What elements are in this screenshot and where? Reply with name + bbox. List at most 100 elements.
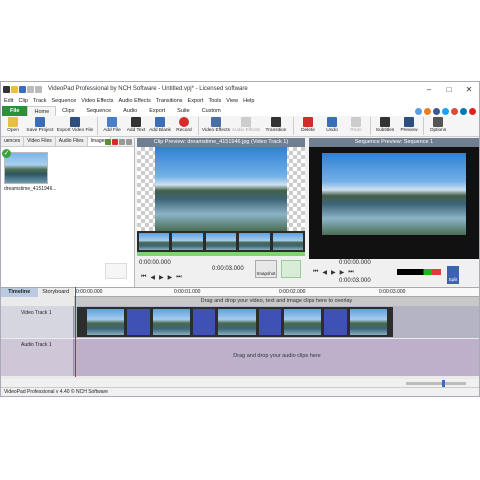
- media-bin: uences Video Files Audio Files Images ✓ …: [1, 137, 135, 287]
- tab-clips[interactable]: Clips: [56, 106, 80, 116]
- menu-tools[interactable]: Tools: [208, 98, 221, 104]
- subtitles-icon: [380, 117, 390, 127]
- tab-audio-files[interactable]: Audio Files: [56, 137, 88, 146]
- open-button[interactable]: Open: [1, 116, 25, 133]
- skip-end-icon[interactable]: ⏭: [176, 274, 181, 281]
- seq-step-back-icon[interactable]: ◀: [322, 269, 327, 276]
- remove-media-icon[interactable]: [112, 139, 118, 145]
- clip-time-end: 0:00:03.000: [212, 266, 244, 272]
- menu-edit[interactable]: Edit: [4, 98, 13, 104]
- redo-icon[interactable]: [35, 85, 42, 93]
- delete-icon: [303, 117, 313, 127]
- split-button[interactable]: Split: [447, 266, 459, 284]
- transition-button[interactable]: Transition: [261, 116, 291, 133]
- tab-export[interactable]: Export: [143, 106, 171, 116]
- zoom-slider-thumb[interactable]: [442, 380, 445, 387]
- google-plus-icon[interactable]: [451, 107, 458, 115]
- video-clip[interactable]: [77, 307, 393, 337]
- youtube-icon[interactable]: [469, 107, 476, 115]
- ribbon-toolbar: Open Save Project Export Video File Add …: [1, 116, 479, 137]
- window-title: VideoPad Professional by NCH Software - …: [48, 86, 248, 92]
- redo-button[interactable]: Redo: [344, 116, 368, 133]
- app-logo-icon: [3, 85, 10, 93]
- playhead[interactable]: [75, 287, 76, 377]
- tab-sequence[interactable]: Sequence: [80, 106, 117, 116]
- menu-track[interactable]: Track: [33, 98, 47, 104]
- clip-range-bar[interactable]: [137, 252, 305, 256]
- undock-icon[interactable]: [126, 139, 132, 145]
- skip-start-icon[interactable]: ⏮: [141, 274, 146, 281]
- timeline-ruler[interactable]: 0:00:00.000 0:00:01.000 0:00:02.000 0:00…: [74, 288, 479, 297]
- tab-video-files[interactable]: Video Files: [24, 137, 56, 146]
- subtitles-button[interactable]: Subtitles: [373, 116, 397, 133]
- close-button[interactable]: ✕: [459, 85, 479, 94]
- audio-drop-zone[interactable]: Drag and drop your audio clips here: [75, 339, 479, 376]
- video-track-label: Video Track 1: [21, 310, 52, 316]
- add-file-icon: [107, 117, 117, 127]
- add-text-button[interactable]: Add Text: [124, 116, 148, 133]
- sequence-time-end: 0:00:03.000: [339, 278, 371, 284]
- linkedin-icon[interactable]: [460, 107, 467, 115]
- audio-effects-button[interactable]: Audio Effects: [231, 116, 261, 133]
- undo-arrow-icon: [327, 117, 337, 127]
- sequence-preview-title: Sequence Preview: Sequence 1: [309, 138, 479, 147]
- volume-meter: [397, 269, 441, 275]
- folder-icon[interactable]: [11, 85, 18, 93]
- play-icon[interactable]: ▶: [159, 274, 164, 281]
- tab-suite[interactable]: Suite: [171, 106, 196, 116]
- maximize-button[interactable]: □: [439, 85, 459, 94]
- menu-clip[interactable]: Clip: [18, 98, 27, 104]
- tab-custom[interactable]: Custom: [196, 106, 227, 116]
- audio-track-label: Audio Track 1: [21, 342, 52, 348]
- tab-file[interactable]: File: [2, 106, 28, 116]
- facebook-icon[interactable]: [433, 107, 440, 115]
- twitter-icon[interactable]: [442, 107, 449, 115]
- clip-thumbnail[interactable]: ✓: [2, 149, 48, 184]
- add-media-icon[interactable]: [105, 139, 111, 145]
- seq-skip-end-icon[interactable]: ⏭: [348, 269, 353, 276]
- overlay-track-hint[interactable]: Drag and drop your video, text and image…: [74, 297, 479, 306]
- tab-storyboard[interactable]: Storyboard: [38, 288, 75, 297]
- snapshot-button[interactable]: Snapshot: [255, 260, 277, 278]
- tab-audio[interactable]: Audio: [117, 106, 143, 116]
- zoom-controls[interactable]: [281, 260, 301, 278]
- clip-filmstrip[interactable]: [137, 231, 305, 252]
- share-icon[interactable]: [424, 107, 431, 115]
- clip-name: dreamstime_4151946...: [4, 186, 57, 192]
- step-forward-icon[interactable]: ▶: [168, 274, 173, 281]
- ruler-tick: 0:00:01.000: [174, 289, 201, 295]
- tab-sequences[interactable]: uences: [1, 137, 25, 146]
- seq-skip-start-icon[interactable]: ⏮: [313, 269, 318, 276]
- save-project-button[interactable]: Save Project: [25, 116, 55, 133]
- menu-audio-effects[interactable]: Audio Effects: [119, 98, 151, 104]
- tab-home[interactable]: Home: [27, 106, 57, 116]
- floppy-icon: [35, 117, 45, 127]
- menu-help[interactable]: Help: [243, 98, 254, 104]
- export-video-button[interactable]: Export Video File: [55, 116, 95, 133]
- add-file-button[interactable]: Add File: [100, 116, 124, 133]
- help-icon[interactable]: [415, 107, 422, 115]
- record-button[interactable]: Record: [172, 116, 196, 133]
- menu-transitions[interactable]: Transitions: [156, 98, 183, 104]
- ruler-tick: 0:00:03.000: [379, 289, 406, 295]
- menu-view[interactable]: View: [226, 98, 238, 104]
- menu-export[interactable]: Export: [188, 98, 204, 104]
- tab-timeline[interactable]: Timeline: [1, 288, 38, 297]
- preview-button[interactable]: Preview: [397, 116, 421, 133]
- step-back-icon[interactable]: ◀: [150, 274, 155, 281]
- add-blank-button[interactable]: Add Blank: [148, 116, 172, 133]
- seq-step-forward-icon[interactable]: ▶: [340, 269, 345, 276]
- timeline-panel: Timeline Storyboard 0:00:00.000 0:00:01.…: [1, 287, 479, 379]
- options-button[interactable]: Options: [426, 116, 450, 133]
- menu-video-effects[interactable]: Video Effects: [81, 98, 113, 104]
- zoom-slider[interactable]: [406, 380, 466, 387]
- seq-play-icon[interactable]: ▶: [331, 269, 336, 276]
- minimize-button[interactable]: –: [419, 85, 439, 94]
- video-effects-button[interactable]: Video Effects: [201, 116, 231, 133]
- save-icon[interactable]: [19, 85, 26, 93]
- undo-icon[interactable]: [27, 85, 34, 93]
- undo-button[interactable]: Undo: [320, 116, 344, 133]
- delete-button[interactable]: Delete: [296, 116, 320, 133]
- menu-sequence[interactable]: Sequence: [52, 98, 77, 104]
- view-icon[interactable]: [119, 139, 125, 145]
